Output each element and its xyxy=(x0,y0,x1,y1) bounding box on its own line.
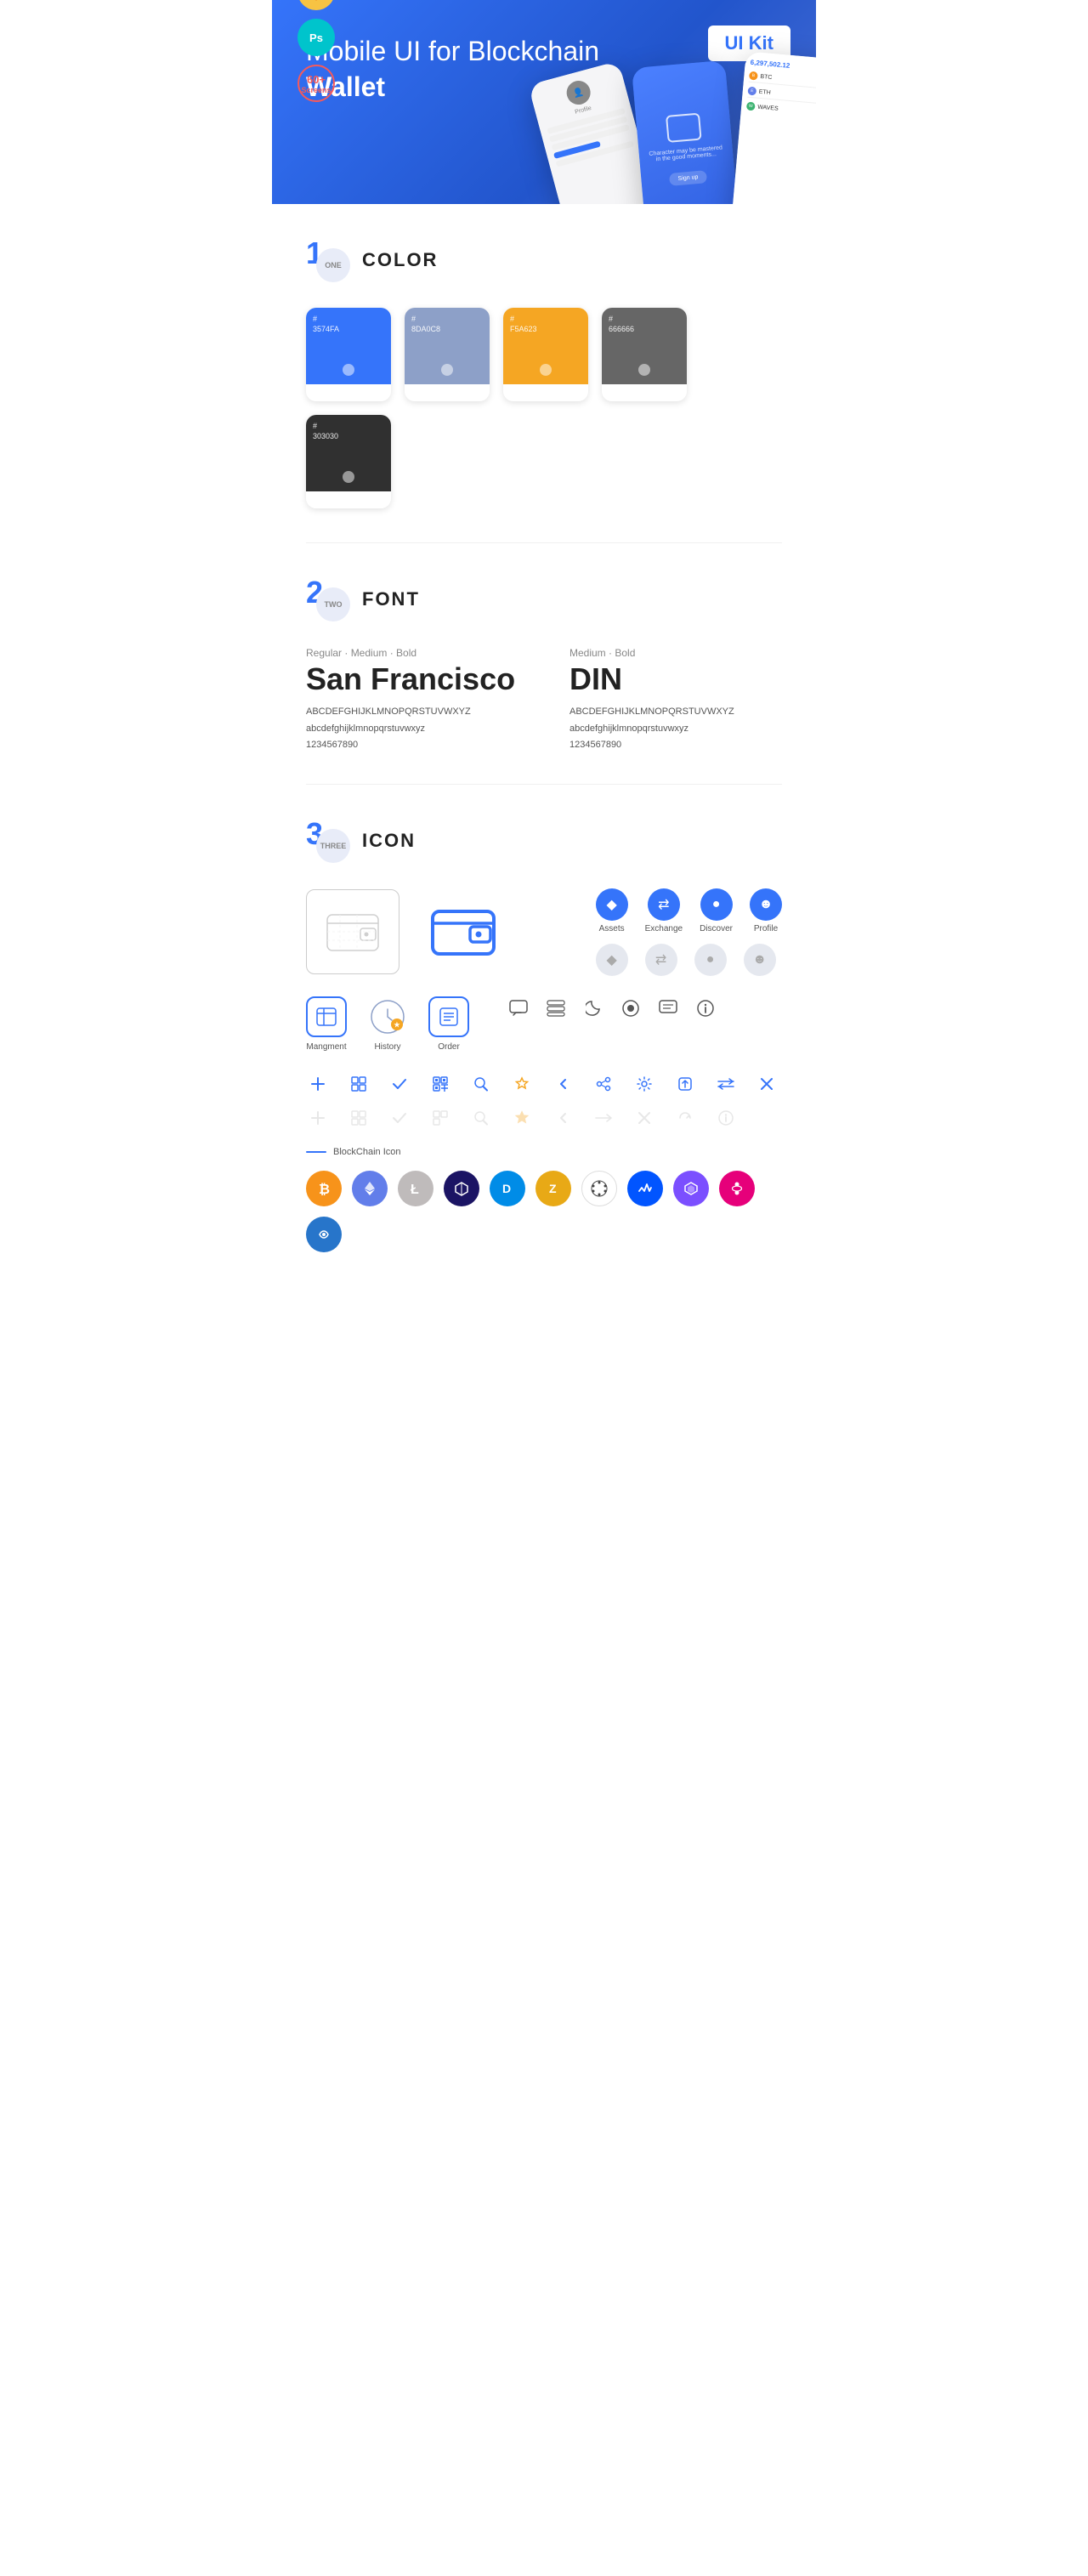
icon-exchange-colored: ⇄ Exchange xyxy=(645,888,683,933)
svg-text:D: D xyxy=(502,1182,511,1195)
font-section: 2 TWO FONT Regular · Medium · Bold San F… xyxy=(272,543,816,784)
icon-check xyxy=(388,1072,411,1096)
crypto-byteball xyxy=(444,1171,479,1206)
crypto-unknown3 xyxy=(306,1217,342,1252)
icon-chat-bubble xyxy=(656,996,680,1020)
font-sf: Regular · Medium · Bold San Francisco AB… xyxy=(306,647,518,750)
swatch-dark: #303030 xyxy=(306,415,391,508)
icon-grid-faded xyxy=(347,1106,371,1130)
crypto-waves xyxy=(627,1171,663,1206)
icon-exchange-gray: ⇄ xyxy=(645,944,677,976)
icon-chevron-left xyxy=(551,1072,575,1096)
svg-text:₿: ₿ xyxy=(319,1182,330,1197)
icon-search-faded xyxy=(469,1106,493,1130)
crypto-unknown1 xyxy=(581,1171,617,1206)
font-columns: Regular · Medium · Bold San Francisco AB… xyxy=(306,647,782,750)
phone-mockup-3: 6,297,502.12 B BTC 738 E ETH 564 W WAVES xyxy=(731,51,816,204)
icon-wireframe-wallet xyxy=(306,889,400,974)
icon-qr-faded xyxy=(428,1106,452,1130)
crypto-litecoin: Ł xyxy=(398,1171,434,1206)
section-number-3: 3 THREE xyxy=(306,819,350,863)
section-number-2: 2 TWO xyxy=(306,577,350,621)
crypto-icons-row: ₿ Ł D Z xyxy=(306,1171,782,1252)
icon-chevron-left-faded xyxy=(551,1106,575,1130)
blockchain-label: BlockChain Icon xyxy=(306,1147,782,1157)
crypto-unknown2 xyxy=(673,1171,709,1206)
swatch-orange: #F5A623 xyxy=(503,308,588,401)
crypto-dash: D xyxy=(490,1171,525,1206)
swatch-blue: #3574FA xyxy=(306,308,391,401)
swatch-slate: #8DA0C8 xyxy=(405,308,490,401)
color-section-header: 1 ONE COLOR xyxy=(306,238,782,282)
icon-share xyxy=(592,1072,615,1096)
icon-profile-colored: ☻ Profile xyxy=(750,888,782,933)
icon-discover-gray: ● xyxy=(694,944,727,976)
phone-mockup-2: Character may be mastered in the good mo… xyxy=(632,60,740,204)
icon-info-faded xyxy=(714,1106,738,1130)
icon-main-row: ◆ Assets ⇄ Exchange ● Discover ☻ Profile xyxy=(306,888,782,976)
crypto-ethereum xyxy=(352,1171,388,1206)
color-section: 1 ONE COLOR #3574FA #8DA0C8 #F5A623 xyxy=(272,204,816,542)
crypto-bitcoin: ₿ xyxy=(306,1171,342,1206)
icon-circle-dot xyxy=(619,996,643,1020)
blockchain-line-decoration xyxy=(306,1151,326,1153)
icon-profile-gray: ☻ xyxy=(744,944,776,976)
icon-stack xyxy=(544,996,568,1020)
color-swatches: #3574FA #8DA0C8 #F5A623 #666666 xyxy=(306,308,782,508)
icon-star-faded xyxy=(510,1106,534,1130)
tool-icons-active xyxy=(306,1072,782,1096)
badges-column: Ps 60+ Screens xyxy=(298,0,335,102)
icon-transfer xyxy=(714,1072,738,1096)
icon-settings xyxy=(632,1072,656,1096)
svg-text:Ł: Ł xyxy=(411,1183,419,1197)
icon-grid xyxy=(347,1072,371,1096)
crypto-polkadot xyxy=(719,1171,755,1206)
icon-search xyxy=(469,1072,493,1096)
icon-qr xyxy=(428,1072,452,1096)
icon-colored-wallet xyxy=(416,889,510,974)
icon-history: ★ History xyxy=(367,996,408,1052)
crypto-zcash: Z xyxy=(536,1171,571,1206)
hero-section: Mobile UI for Blockchain Wallet UI Kit P… xyxy=(272,0,816,204)
icon-upload xyxy=(673,1072,697,1096)
phones-mockups: 👤 Profile Character may be mastered in t… xyxy=(552,60,816,204)
icon-refresh-faded xyxy=(673,1106,697,1130)
icon-assets-gray: ◆ xyxy=(596,944,628,976)
tool-icons-inactive xyxy=(306,1106,782,1130)
icon-message xyxy=(507,996,530,1020)
icon-section: 3 THREE ICON xyxy=(272,785,816,1286)
font-section-header: 2 TWO FONT xyxy=(306,577,782,621)
ps-badge: Ps xyxy=(298,19,335,56)
icon-section-header: 3 THREE ICON xyxy=(306,819,782,863)
section-number-1: 1 ONE xyxy=(306,238,350,282)
icon-check-faded xyxy=(388,1106,411,1130)
labeled-icons-group: ◆ Assets ⇄ Exchange ● Discover ☻ Profile xyxy=(596,888,782,976)
font-din: Medium · Bold DIN ABCDEFGHIJKLMNOPQRSTUV… xyxy=(570,647,782,750)
icon-order: Order xyxy=(428,996,469,1052)
icon-star xyxy=(510,1072,534,1096)
icon-x-faded xyxy=(632,1106,656,1130)
svg-text:Z: Z xyxy=(549,1182,557,1195)
icon-plus-faded xyxy=(306,1106,330,1130)
icon-plus xyxy=(306,1072,330,1096)
icon-management: Mangment xyxy=(306,996,347,1052)
sketch-badge xyxy=(298,0,335,10)
icon-assets-colored: ◆ Assets xyxy=(596,888,628,933)
icon-close xyxy=(755,1072,779,1096)
icon-arrows-faded xyxy=(592,1106,615,1130)
app-icons-row: Mangment ★ History xyxy=(306,996,782,1052)
icon-info xyxy=(694,996,717,1020)
icon-discover-colored: ● Discover xyxy=(700,888,733,933)
screens-badge: 60+ Screens xyxy=(298,65,335,102)
icon-moon xyxy=(581,996,605,1020)
swatch-gray: #666666 xyxy=(602,308,687,401)
misc-icons-row xyxy=(507,996,717,1020)
svg-text:★: ★ xyxy=(394,1021,400,1029)
